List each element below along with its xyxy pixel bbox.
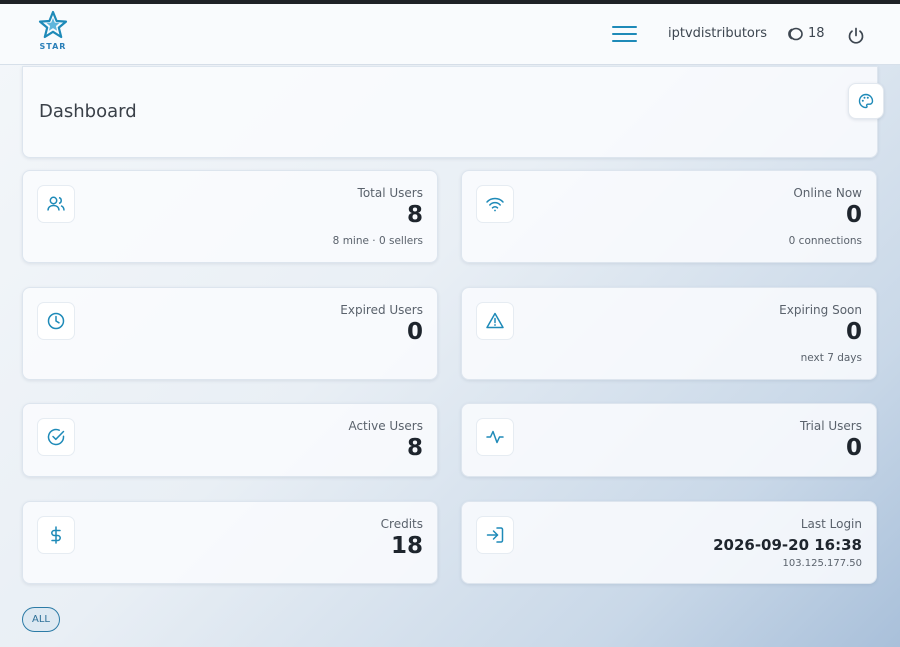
check-circle-icon [47,428,65,446]
logo-text: STAR [39,42,67,51]
card-subtext: 103.125.177.50 [782,558,862,569]
palette-icon [858,93,874,109]
card-last-login[interactable]: Last Login 2026-09-20 16:38 103.125.177.… [461,501,877,584]
activity-icon [486,430,504,444]
card-subtext: 0 connections [788,235,862,247]
users-icon [47,196,65,211]
card-label: Expiring Soon [779,303,862,317]
card-credits[interactable]: Credits 18 [22,501,438,584]
card-label: Expired Users [340,303,423,317]
top-navbar: STAR iptvdistributors 18 [0,4,900,65]
card-total-users[interactable]: Total Users 8 8 mine · 0 sellers [22,170,438,263]
clock-icon [47,312,65,330]
card-label: Online Now [793,186,862,200]
credits-count: 18 [808,26,825,41]
logout-button[interactable] [846,26,866,46]
menu-toggle-button[interactable] [612,26,637,44]
filter-all-button[interactable]: ALL [22,607,60,632]
power-icon [848,27,864,44]
card-label: Active Users [348,419,423,433]
card-trial-users[interactable]: Trial Users 0 [461,403,877,477]
warning-icon [486,312,504,329]
card-subtext: next 7 days [800,352,862,364]
card-value: 0 [845,435,862,461]
hamburger-icon [612,26,637,28]
login-icon [486,527,504,543]
card-value: 0 [406,319,423,345]
card-expiring-soon[interactable]: Expiring Soon 0 next 7 days [461,287,877,380]
card-label: Trial Users [800,419,862,433]
theme-palette-button[interactable] [848,83,884,119]
card-active-users[interactable]: Active Users 8 [22,403,438,477]
wifi-icon [486,197,504,212]
card-expired-users[interactable]: Expired Users 0 [22,287,438,380]
card-value: 18 [390,533,423,559]
username[interactable]: iptvdistributors [668,26,767,41]
card-subtext: 8 mine · 0 sellers [332,235,423,247]
card-value: 8 [406,202,423,228]
star-icon [38,10,68,39]
dashboard-header-panel: Dashboard [22,66,884,158]
card-label: Total Users [357,186,423,200]
dollar-icon [51,526,61,544]
credits-indicator[interactable]: 18 [786,26,825,41]
coins-icon [788,27,803,40]
page-title: Dashboard [39,101,137,122]
card-online-now[interactable]: Online Now 0 0 connections [461,170,877,263]
card-value: 0 [845,319,862,345]
card-value: 8 [406,435,423,461]
card-value: 0 [845,202,862,228]
card-label: Last Login [800,517,862,531]
logo[interactable]: STAR [36,10,70,56]
card-label: Credits [380,517,423,531]
card-value: 2026-09-20 16:38 [713,536,862,554]
